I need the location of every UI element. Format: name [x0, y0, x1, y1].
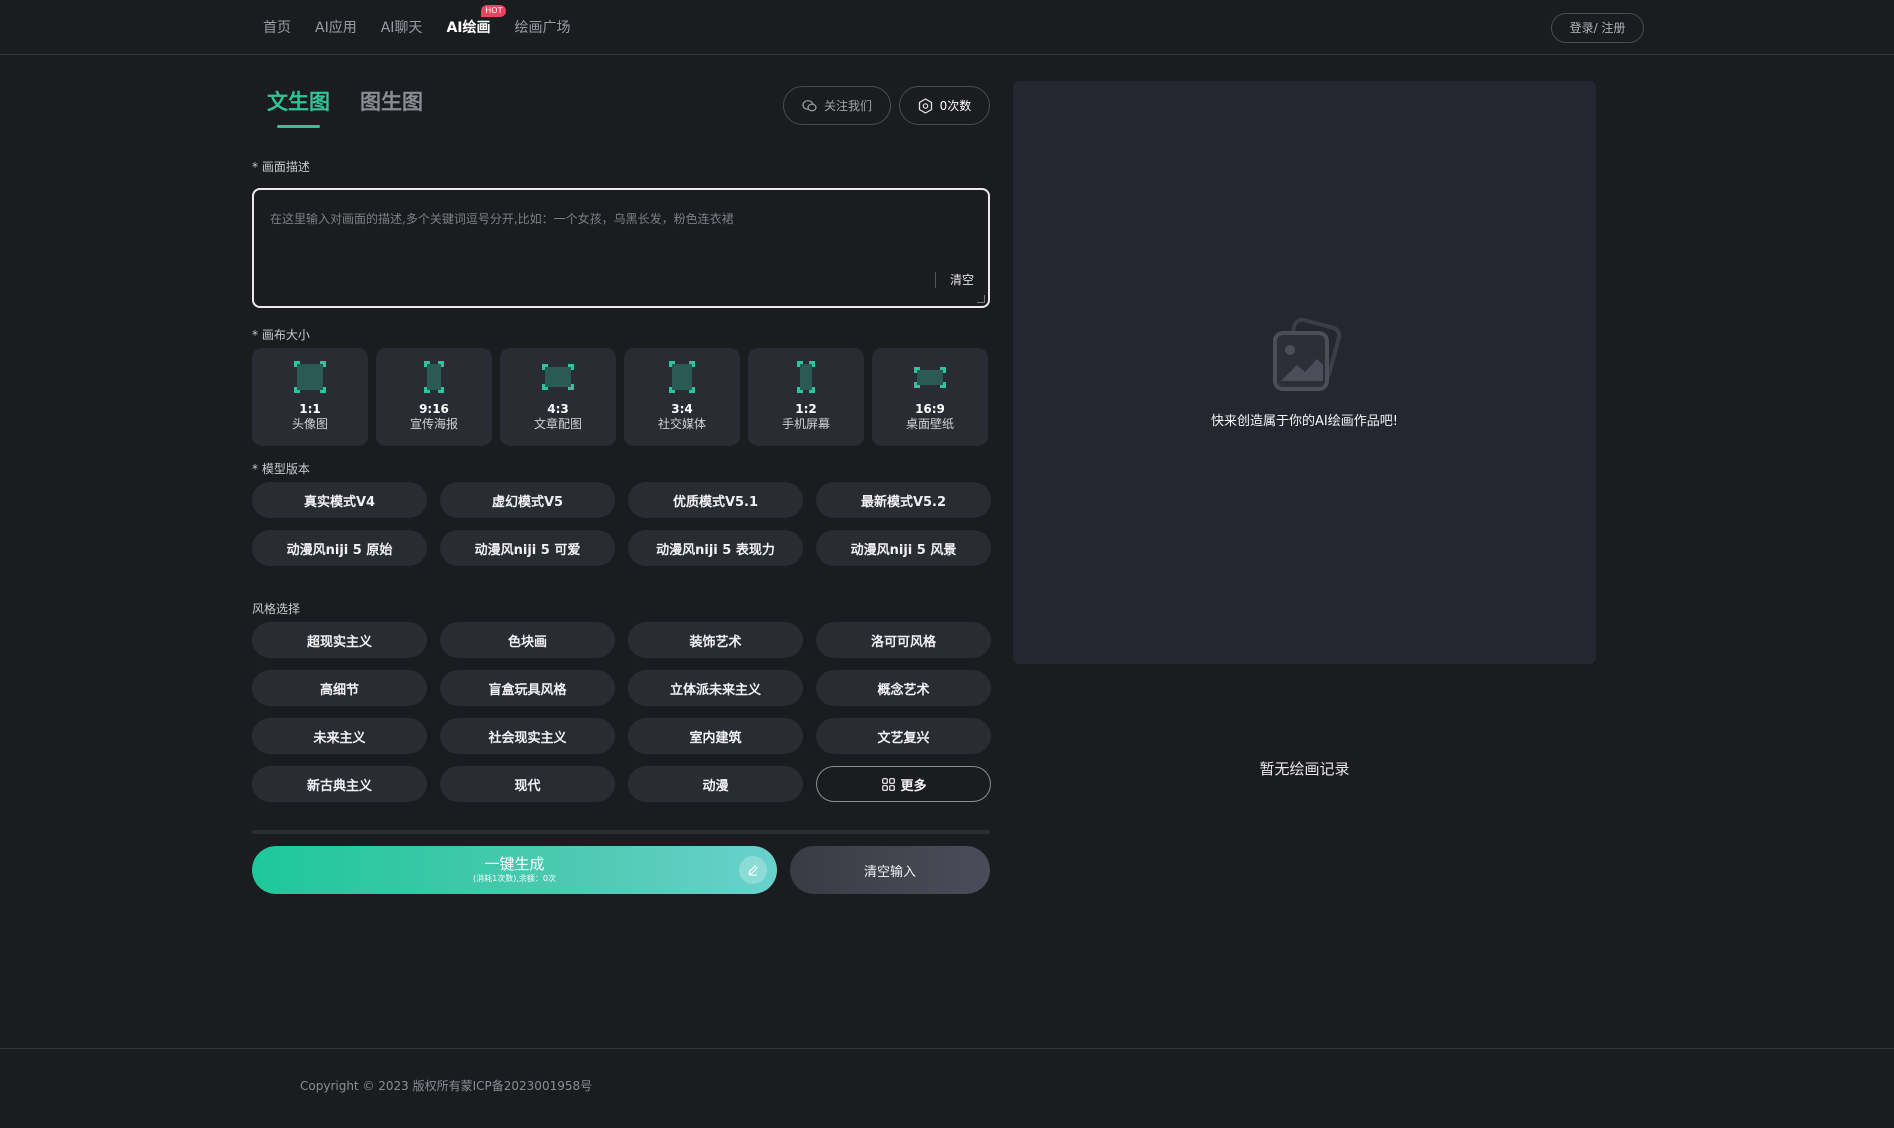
style-option[interactable]: 色块画 [440, 622, 615, 658]
model-option[interactable]: 动漫风niji 5 风景 [816, 530, 991, 566]
usage-count-button[interactable]: 0次数 [899, 86, 990, 125]
model-option[interactable]: 最新模式V5.2 [816, 482, 991, 518]
preview-panel: 快来创造属于你的AI绘画作品吧! [1013, 81, 1596, 664]
model-option[interactable]: 动漫风niji 5 可爱 [440, 530, 615, 566]
preview-empty-text: 快来创造属于你的AI绘画作品吧! [1211, 414, 1398, 429]
more-styles-label: 更多 [900, 778, 927, 794]
canvas-option-ratio: 1:1 [299, 402, 321, 416]
canvas-option-name: 桌面壁纸 [905, 417, 954, 431]
nav-item-ai-apps[interactable]: AI应用 [315, 18, 357, 38]
style-section-label: 风格选择 [252, 602, 301, 616]
divider [252, 830, 990, 834]
mode-tabs: 文生图 图生图 [267, 86, 453, 128]
generate-button[interactable]: 一键生成 (消耗1次数),余额：0次 [252, 846, 777, 894]
model-option[interactable]: 真实模式V4 [252, 482, 427, 518]
ratio-4-3-icon [545, 362, 571, 392]
style-option[interactable]: 洛可可风格 [816, 622, 991, 658]
clear-input-button[interactable]: 清空输入 [790, 846, 990, 894]
canvas-option-ratio: 16:9 [915, 402, 945, 416]
style-option[interactable]: 动漫 [628, 766, 803, 802]
model-option[interactable]: 动漫风niji 5 表现力 [628, 530, 803, 566]
tab-text-to-image[interactable]: 文生图 [267, 86, 330, 128]
hot-badge: HOT [481, 5, 507, 17]
generate-cost-label: (消耗1次数),余额：0次 [473, 874, 556, 883]
style-option[interactable]: 文艺复兴 [816, 718, 991, 754]
canvas-option-name: 宣传海报 [409, 417, 458, 431]
style-option[interactable]: 室内建筑 [628, 718, 803, 754]
style-option[interactable]: 社会现实主义 [440, 718, 615, 754]
model-options: 真实模式V4 虚幻模式V5 优质模式V5.1 最新模式V5.2 动漫风niji … [252, 482, 991, 566]
canvas-option-4-3[interactable]: 4:3 文章配图 [500, 348, 616, 446]
canvas-option-name: 头像图 [291, 417, 328, 431]
style-option[interactable]: 高细节 [252, 670, 427, 706]
style-option[interactable]: 新古典主义 [252, 766, 427, 802]
follow-us-label: 关注我们 [823, 99, 872, 113]
resize-grip-icon[interactable] [977, 295, 985, 303]
generate-label: 一键生成 [484, 855, 545, 873]
nav-item-ai-painting-label: AI绘画 [446, 20, 491, 36]
prompt-input[interactable] [254, 190, 988, 306]
tab-image-to-image[interactable]: 图生图 [360, 86, 423, 128]
canvas-option-3-4[interactable]: 3:4 社交媒体 [624, 348, 740, 446]
top-nav: 首页 AI应用 AI聊天 AI绘画 HOT 绘画广场 登录/ 注册 [0, 0, 1894, 55]
footer: Copyright © 2023 版权所有蒙ICP备2023001958号 [0, 1048, 1894, 1128]
canvas-option-ratio: 9:16 [419, 402, 449, 416]
nav-item-ai-chat[interactable]: AI聊天 [381, 18, 423, 38]
follow-us-button[interactable]: 关注我们 [783, 86, 891, 125]
ratio-3-4-icon [672, 362, 692, 392]
style-option[interactable]: 超现实主义 [252, 622, 427, 658]
prompt-clear-button[interactable]: 清空 [934, 272, 974, 288]
style-option[interactable]: 概念艺术 [816, 670, 991, 706]
style-option[interactable]: 立体派未来主义 [628, 670, 803, 706]
nav-item-ai-painting[interactable]: AI绘画 HOT [446, 5, 507, 38]
canvas-section-label: * 画布大小 [252, 328, 310, 342]
style-options: 超现实主义 色块画 装饰艺术 洛可可风格 高细节 盲盒玩具风格 立体派未来主义 … [252, 622, 991, 802]
nav-item-home[interactable]: 首页 [263, 18, 291, 38]
style-option[interactable]: 装饰艺术 [628, 622, 803, 658]
canvas-option-ratio: 4:3 [547, 402, 569, 416]
copyright-text: Copyright © 2023 版权所有蒙ICP备2023001958号 [300, 1079, 593, 1093]
prompt-section-label: * 画面描述 [252, 160, 310, 174]
canvas-option-name: 社交媒体 [657, 417, 706, 431]
style-option[interactable]: 未来主义 [252, 718, 427, 754]
model-option[interactable]: 优质模式V5.1 [628, 482, 803, 518]
canvas-option-ratio: 1:2 [795, 402, 817, 416]
nav-menu: 首页 AI应用 AI聊天 AI绘画 HOT 绘画广场 [263, 5, 594, 38]
style-option[interactable]: 现代 [440, 766, 615, 802]
ratio-1-2-icon [800, 362, 812, 392]
more-styles-button[interactable]: 更多 [816, 766, 991, 802]
canvas-option-name: 文章配图 [533, 417, 582, 431]
canvas-size-options: 1:1 头像图 9:16 宣传海报 4:3 文章配图 3:4 社交媒体 1:2 … [252, 348, 988, 446]
canvas-option-9-16[interactable]: 9:16 宣传海报 [376, 348, 492, 446]
canvas-option-1-1[interactable]: 1:1 头像图 [252, 348, 368, 446]
canvas-option-ratio: 3:4 [671, 402, 693, 416]
style-option[interactable]: 盲盒玩具风格 [440, 670, 615, 706]
canvas-option-16-9[interactable]: 16:9 桌面壁纸 [872, 348, 988, 446]
model-option[interactable]: 虚幻模式V5 [440, 482, 615, 518]
wechat-icon [802, 98, 818, 114]
usage-count-label: 0次数 [939, 99, 972, 113]
ratio-16-9-icon [917, 362, 943, 392]
image-placeholder-icon [1263, 315, 1347, 403]
ratio-1-1-icon [297, 362, 323, 392]
ratio-9-16-icon [427, 362, 441, 392]
nav-item-gallery[interactable]: 绘画广场 [514, 18, 570, 38]
pen-icon [739, 856, 767, 884]
canvas-option-1-2[interactable]: 1:2 手机屏幕 [748, 348, 864, 446]
model-section-label: * 模型版本 [252, 462, 310, 476]
canvas-option-name: 手机屏幕 [781, 417, 830, 431]
grid-icon [880, 776, 896, 792]
history-empty-text: 暂无绘画记录 [1259, 760, 1350, 778]
model-option[interactable]: 动漫风niji 5 原始 [252, 530, 427, 566]
prompt-box: 清空 [252, 188, 990, 308]
hexagon-badge-icon [918, 97, 934, 114]
login-register-button[interactable]: 登录/ 注册 [1551, 13, 1644, 43]
